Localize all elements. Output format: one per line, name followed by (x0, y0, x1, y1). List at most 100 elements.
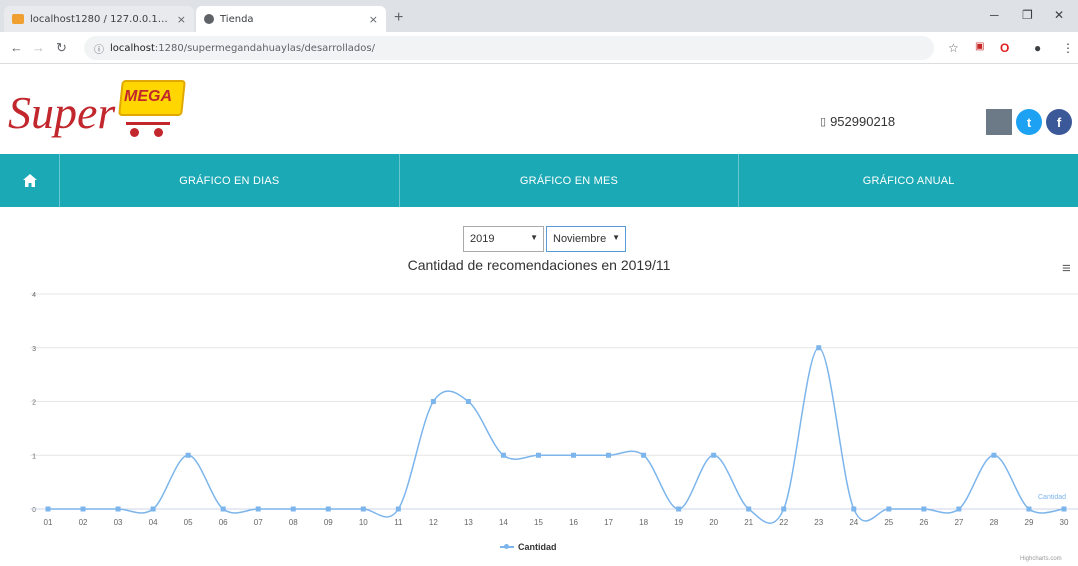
close-window-icon[interactable]: ✕ (1054, 8, 1064, 22)
chart-legend[interactable]: Cantidad (500, 542, 557, 552)
data-point (886, 506, 892, 512)
twitter-icon[interactable]: t (1016, 109, 1042, 135)
browser-toolbar: ← → ↻ ⓘ localhost :1280/supermegandahuay… (0, 32, 1078, 64)
x-tick-label: 16 (569, 518, 578, 527)
data-point (606, 452, 612, 458)
bookmark-star-icon[interactable]: ☆ (948, 41, 959, 55)
dropdown-arrow-icon: ▼ (612, 233, 620, 242)
data-point (45, 506, 51, 512)
data-point (851, 506, 857, 512)
url-path: :1280/supermegandahuaylas/desarrollados/ (154, 42, 375, 54)
data-point (1061, 506, 1067, 512)
y-tick-label: 1 (32, 453, 36, 460)
data-point (115, 506, 121, 512)
chart-menu-icon[interactable]: ≡ (1062, 260, 1071, 277)
social-square-icon[interactable] (986, 109, 1012, 135)
nav-grafico-mes[interactable]: GRÁFICO EN MES (400, 154, 740, 207)
x-tick-label: 10 (359, 518, 368, 527)
tab-title: localhost1280 / 127.0.0.1 / dab (30, 13, 171, 25)
site-header: Super MEGA ▯ 952990218 t f (0, 64, 1078, 165)
x-tick-label: 01 (44, 518, 53, 527)
nav-home-button[interactable] (0, 154, 60, 207)
data-point (1026, 506, 1032, 512)
restore-icon[interactable]: ❐ (1022, 8, 1033, 22)
chart-credits[interactable]: Highcharts.com (1020, 556, 1062, 562)
data-point (290, 506, 296, 512)
data-point (360, 506, 366, 512)
month-select[interactable]: Noviembre ▼ (546, 226, 626, 252)
data-point (465, 399, 471, 404)
site-logo[interactable]: Super MEGA (8, 76, 208, 165)
cart-wheel-icon (154, 128, 163, 137)
series-line-cantidad (47, 346, 1065, 524)
reload-icon[interactable]: ↻ (56, 40, 67, 56)
x-tick-label: 02 (79, 518, 88, 527)
phone-number: 952990218 (830, 114, 896, 129)
phone-contact: ▯ 952990218 (820, 114, 895, 129)
data-point (746, 506, 752, 512)
data-point (325, 506, 331, 512)
line-chart: 0123401 02 03 04 05 06 07 08 09 10 11 12 13 14 15 16 17 1… (30, 292, 1078, 527)
data-point (991, 452, 997, 458)
extension-icon[interactable]: ▣ (975, 41, 984, 52)
site-info-icon[interactable]: ⓘ (94, 41, 104, 56)
tab-title: Tienda (220, 13, 254, 25)
legend-label: Cantidad (518, 542, 557, 552)
profile-icon[interactable]: ● (1034, 41, 1041, 55)
close-tab-icon[interactable]: × (369, 13, 378, 26)
data-point (150, 506, 156, 512)
facebook-icon[interactable]: f (1046, 109, 1072, 135)
new-tab-button[interactable]: + (394, 9, 403, 27)
x-tick-label: 29 (1025, 518, 1034, 527)
x-tick-label: 22 (779, 518, 788, 527)
data-point (395, 506, 401, 512)
year-select-value: 2019 (470, 233, 495, 245)
x-tick-label: 07 (254, 518, 263, 527)
legend-swatch-icon (500, 544, 514, 549)
main-navigation: GRÁFICO EN DIAS GRÁFICO EN MES GRÁFICO A… (0, 154, 1078, 207)
browser-tab-tienda[interactable]: Tienda × (196, 6, 386, 32)
data-point (571, 452, 577, 458)
x-tick-label: 18 (639, 518, 648, 527)
phpmyadmin-favicon-icon (12, 14, 24, 24)
x-tick-label: 23 (814, 518, 823, 527)
chart-title: Cantidad de recomendaciones en 2019/11 (407, 257, 671, 273)
x-tick-label: 08 (289, 518, 298, 527)
url-host: localhost (110, 42, 155, 54)
y-tick-label: 3 (32, 346, 36, 353)
x-tick-label: 20 (709, 518, 718, 527)
data-point (185, 452, 191, 458)
minimize-icon[interactable]: ─ (990, 8, 999, 22)
data-point (430, 399, 436, 404)
y-tick-label: 0 (32, 507, 36, 514)
nav-grafico-anual[interactable]: GRÁFICO ANUAL (739, 154, 1078, 207)
x-tick-label: 30 (1060, 518, 1069, 527)
data-point (220, 506, 226, 512)
home-icon (22, 174, 37, 187)
back-icon[interactable]: ← (10, 40, 23, 55)
data-point (921, 506, 927, 512)
x-tick-label: 04 (149, 518, 158, 527)
browser-menu-icon[interactable]: ⋮ (1062, 41, 1074, 55)
browser-tab-phpmyadmin[interactable]: localhost1280 / 127.0.0.1 / dab × (4, 6, 194, 32)
data-point (711, 452, 717, 458)
year-select[interactable]: 2019 ▼ (463, 226, 544, 252)
x-tick-label: 26 (919, 518, 928, 527)
x-tick-label: 13 (464, 518, 473, 527)
address-bar[interactable]: ⓘ localhost :1280/supermegandahuaylas/de… (84, 36, 934, 60)
data-point (816, 345, 822, 351)
x-tick-label: 03 (114, 518, 123, 527)
forward-icon[interactable]: → (32, 40, 45, 55)
close-tab-icon[interactable]: × (177, 13, 186, 26)
data-point (80, 506, 86, 512)
cart-wheel-icon (130, 128, 139, 137)
x-tick-label: 15 (534, 518, 543, 527)
nav-grafico-dias[interactable]: GRÁFICO EN DIAS (60, 154, 400, 207)
x-tick-label: 25 (884, 518, 893, 527)
logo-text-super: Super (8, 87, 116, 138)
dropdown-arrow-icon: ▼ (530, 233, 538, 242)
opera-extension-icon[interactable]: O (1000, 41, 1009, 55)
x-tick-label: 09 (324, 518, 333, 527)
data-point (535, 452, 541, 458)
x-tick-label: 21 (744, 518, 753, 527)
